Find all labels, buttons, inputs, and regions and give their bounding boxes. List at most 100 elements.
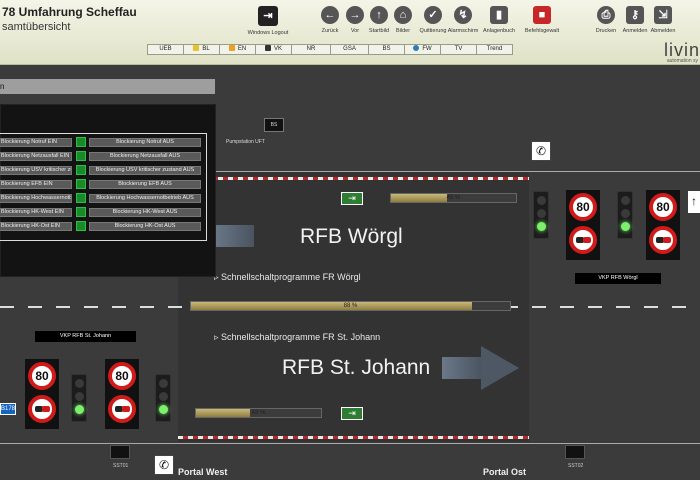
barrier-top: [178, 177, 529, 180]
block-usv-on-button[interactable]: Blockierung USV kritischer zustand EIN: [0, 166, 72, 175]
header-bar: 78 Umfahrung Scheffau samtübersicht ⇥ Wi…: [0, 0, 700, 65]
vkp-johann-label[interactable]: VKP RFB St. Johann: [35, 331, 136, 342]
sst-ost-box[interactable]: [565, 445, 585, 459]
tab-ueb[interactable]: UEB: [147, 44, 184, 55]
control-row-efb: Blockierung EFB EIN Blockierung EFB AUS: [0, 179, 206, 190]
no-overtaking-sign: [649, 226, 677, 254]
tab-gsa[interactable]: GSA: [330, 44, 369, 55]
traffic-icon: [264, 45, 271, 51]
portal-ost-label: Portal Ost: [483, 467, 527, 477]
title-rfb-st-johann: RFB St. Johann: [282, 356, 431, 379]
speed-limit-sign: 80: [28, 362, 56, 390]
blocking-control-list: Blockierung Notruf EIN Blockierung Notru…: [0, 133, 207, 241]
panel-header-strip: n: [0, 79, 215, 94]
sst-west-label: SST01: [113, 463, 129, 469]
company-logo: livin automation sy: [663, 40, 700, 64]
logout-icon: ⇲: [654, 6, 672, 24]
speed-limit-sign: 80: [569, 193, 597, 221]
befehlsgewalt-button[interactable]: ■ Befehlsgewalt: [519, 6, 565, 34]
bs-button[interactable]: BS: [264, 118, 284, 132]
status-indicator: [76, 193, 86, 203]
tab-trend[interactable]: Trend: [476, 44, 513, 55]
tab-nr[interactable]: NR: [291, 44, 331, 55]
traffic-light-west-1: [71, 374, 87, 422]
book-icon: ▮: [490, 6, 508, 24]
block-hk-west-on-button[interactable]: Blockierung HK-West EIN: [0, 208, 72, 217]
barrier-bottom: [178, 436, 529, 439]
tab-vk[interactable]: VK: [255, 44, 292, 55]
phone-icon: ✆: [158, 458, 170, 472]
traffic-light-west-2: [155, 374, 171, 422]
abmelden-button[interactable]: ⇲ Abmelden: [640, 6, 686, 34]
direction-arrow-woergl-body: [214, 225, 254, 247]
tab-bs[interactable]: BS: [368, 44, 405, 55]
no-overtaking-sign: [569, 226, 597, 254]
lightning-icon: [228, 45, 235, 51]
logout-screen-icon: ⇥: [258, 6, 278, 26]
lamp-icon: [193, 45, 200, 51]
emergency-phone-ost[interactable]: ✆: [531, 141, 551, 161]
direction-arrow-johann: [481, 346, 519, 390]
status-indicator: [76, 151, 86, 161]
globe-icon: [413, 45, 420, 51]
emergency-exit-sign: ⇥: [341, 407, 363, 420]
alarm-icon: ↯: [454, 6, 472, 24]
block-netzausfall-off-button[interactable]: Blockierung Netzausfall AUS: [89, 152, 201, 161]
road-edge-bottom: [0, 443, 700, 444]
progress-woergl: 45 %: [390, 193, 517, 203]
sst-ost-label: SST02: [568, 463, 584, 469]
windows-logout-button[interactable]: ⇥ Windows Logout: [245, 6, 291, 36]
sst-west-box[interactable]: [110, 445, 130, 459]
emergency-phone-west[interactable]: ✆: [154, 455, 174, 475]
road-b178-tag: B178: [0, 403, 16, 415]
speed-limit-sign: 80: [108, 362, 136, 390]
block-netzausfall-on-button[interactable]: Blockierung Netzausfall EIN: [0, 152, 72, 161]
block-hochwasser-off-button[interactable]: Blockierung Hochwassernotbetrieb AUS: [89, 194, 201, 203]
status-indicator: [76, 207, 86, 217]
no-overtaking-sign: [108, 395, 136, 423]
status-indicator: [76, 165, 86, 175]
app-title: 78 Umfahrung Scheffau: [2, 5, 137, 19]
tab-tv[interactable]: TV: [440, 44, 477, 55]
traffic-light-ost-1: [533, 191, 549, 239]
status-indicator: [76, 179, 86, 189]
program-link-woergl[interactable]: ▹ Schnellschaltprogramme FR Wörgl: [214, 272, 361, 283]
emergency-exit-sign: ⇥: [341, 192, 363, 205]
app-subtitle: samtübersicht: [2, 21, 71, 33]
control-row-hk-west: Blockierung HK-West EIN Blockierung HK-W…: [0, 207, 206, 218]
block-notruf-off-button[interactable]: Blockierung Notruf AUS: [89, 138, 201, 147]
no-overtaking-sign: [28, 395, 56, 423]
phone-icon: ✆: [535, 144, 547, 158]
command-icon: ■: [533, 6, 551, 24]
pump-station-label: Pumpstation UFT: [226, 139, 265, 145]
block-usv-off-button[interactable]: Blockierung USV kritischer zustand AUS: [89, 166, 201, 175]
vkp-woergl-label[interactable]: VKP RFB Wörgl: [575, 273, 661, 284]
speed-limit-sign: 80: [649, 193, 677, 221]
status-indicator: [76, 221, 86, 231]
status-indicator: [76, 137, 86, 147]
control-row-netzausfall: Blockierung Netzausfall EIN Blockierung …: [0, 151, 206, 162]
control-row-hk-ost: Blockierung HK-Ost EIN Blockierung HK-Os…: [0, 221, 206, 232]
title-rfb-woergl: RFB Wörgl: [300, 225, 403, 248]
nav-tabs: UEB BL EN VK NR GSA BS FW TV Trend: [147, 44, 513, 55]
control-row-hochwasser: Blockierung Hochwassernotbetrieb EIN Blo…: [0, 193, 206, 204]
block-efb-on-button[interactable]: Blockierung EFB EIN: [0, 180, 72, 189]
portal-west-label: Portal West: [178, 467, 228, 477]
program-link-johann[interactable]: ▹ Schnellschaltprogramme FR St. Johann: [214, 332, 380, 343]
block-hk-west-off-button[interactable]: Blockierung HK-West AUS: [89, 208, 201, 217]
progress-johann: 43 %: [195, 408, 322, 418]
tab-en[interactable]: EN: [219, 44, 256, 55]
control-row-usv: Blockierung USV kritischer zustand EIN B…: [0, 165, 206, 176]
arrow-up-icon: ↑: [688, 191, 700, 213]
block-hochwasser-on-button[interactable]: Blockierung Hochwassernotbetrieb EIN: [0, 194, 72, 203]
anlagenbuch-button[interactable]: ▮ Anlagenbuch: [476, 6, 522, 34]
block-notruf-on-button[interactable]: Blockierung Notruf EIN: [0, 138, 72, 147]
traffic-light-ost-2: [617, 191, 633, 239]
direction-arrow-johann-body: [442, 357, 482, 379]
tab-fw[interactable]: FW: [404, 44, 441, 55]
block-hk-ost-off-button[interactable]: Blockierung HK-Ost AUS: [89, 222, 201, 231]
block-hk-ost-on-button[interactable]: Blockierung HK-Ost EIN: [0, 222, 72, 231]
block-efb-off-button[interactable]: Blockierung EFB AUS: [89, 180, 201, 189]
tab-bl[interactable]: BL: [183, 44, 220, 55]
blocking-control-panel: Blockierung Notruf EIN Blockierung Notru…: [0, 104, 216, 277]
